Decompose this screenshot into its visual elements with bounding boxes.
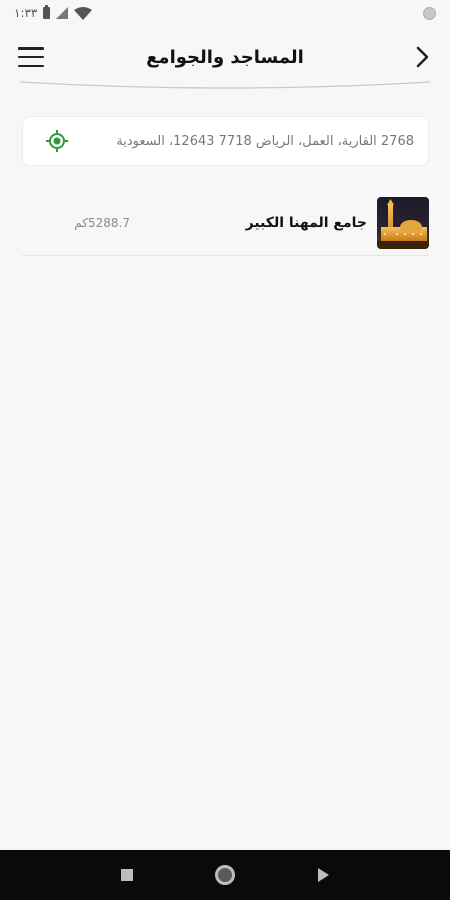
back-chevron-icon[interactable] — [412, 45, 432, 69]
recents-square-icon[interactable] — [121, 869, 134, 881]
home-circle-icon[interactable] — [215, 865, 236, 885]
mosque-name: جامع المهنا الكبير — [245, 214, 367, 231]
header: المساجد والجوامع — [0, 26, 450, 88]
wifi-icon — [74, 6, 93, 20]
status-bar: ١:٣٣ — [0, 0, 450, 26]
header-divider — [20, 81, 430, 89]
status-left: ١:٣٣ — [14, 5, 93, 20]
location-address: 2768 القارية، العمل، الرياض 7718 12643، … — [116, 133, 414, 149]
battery-icon — [43, 5, 51, 19]
status-dot-icon — [423, 6, 436, 20]
page-title: المساجد والجوامع — [146, 46, 304, 68]
list-item[interactable]: 5288.7كم جامع المهنا الكبير — [22, 190, 429, 256]
status-time: ١:٣٣ — [14, 6, 38, 20]
mosque-distance: 5288.7كم — [74, 215, 130, 230]
screen: ١:٣٣ المساجد والجوامع 2768 القارية، العم… — [0, 0, 450, 900]
signal-icon — [56, 7, 69, 19]
menu-icon[interactable] — [18, 47, 44, 67]
locate-icon[interactable] — [45, 129, 69, 153]
mosque-thumbnail — [377, 196, 429, 249]
back-triangle-icon[interactable] — [317, 868, 329, 882]
system-nav-bar — [0, 850, 450, 900]
location-box[interactable]: 2768 القارية، العمل، الرياض 7718 12643، … — [22, 116, 429, 166]
